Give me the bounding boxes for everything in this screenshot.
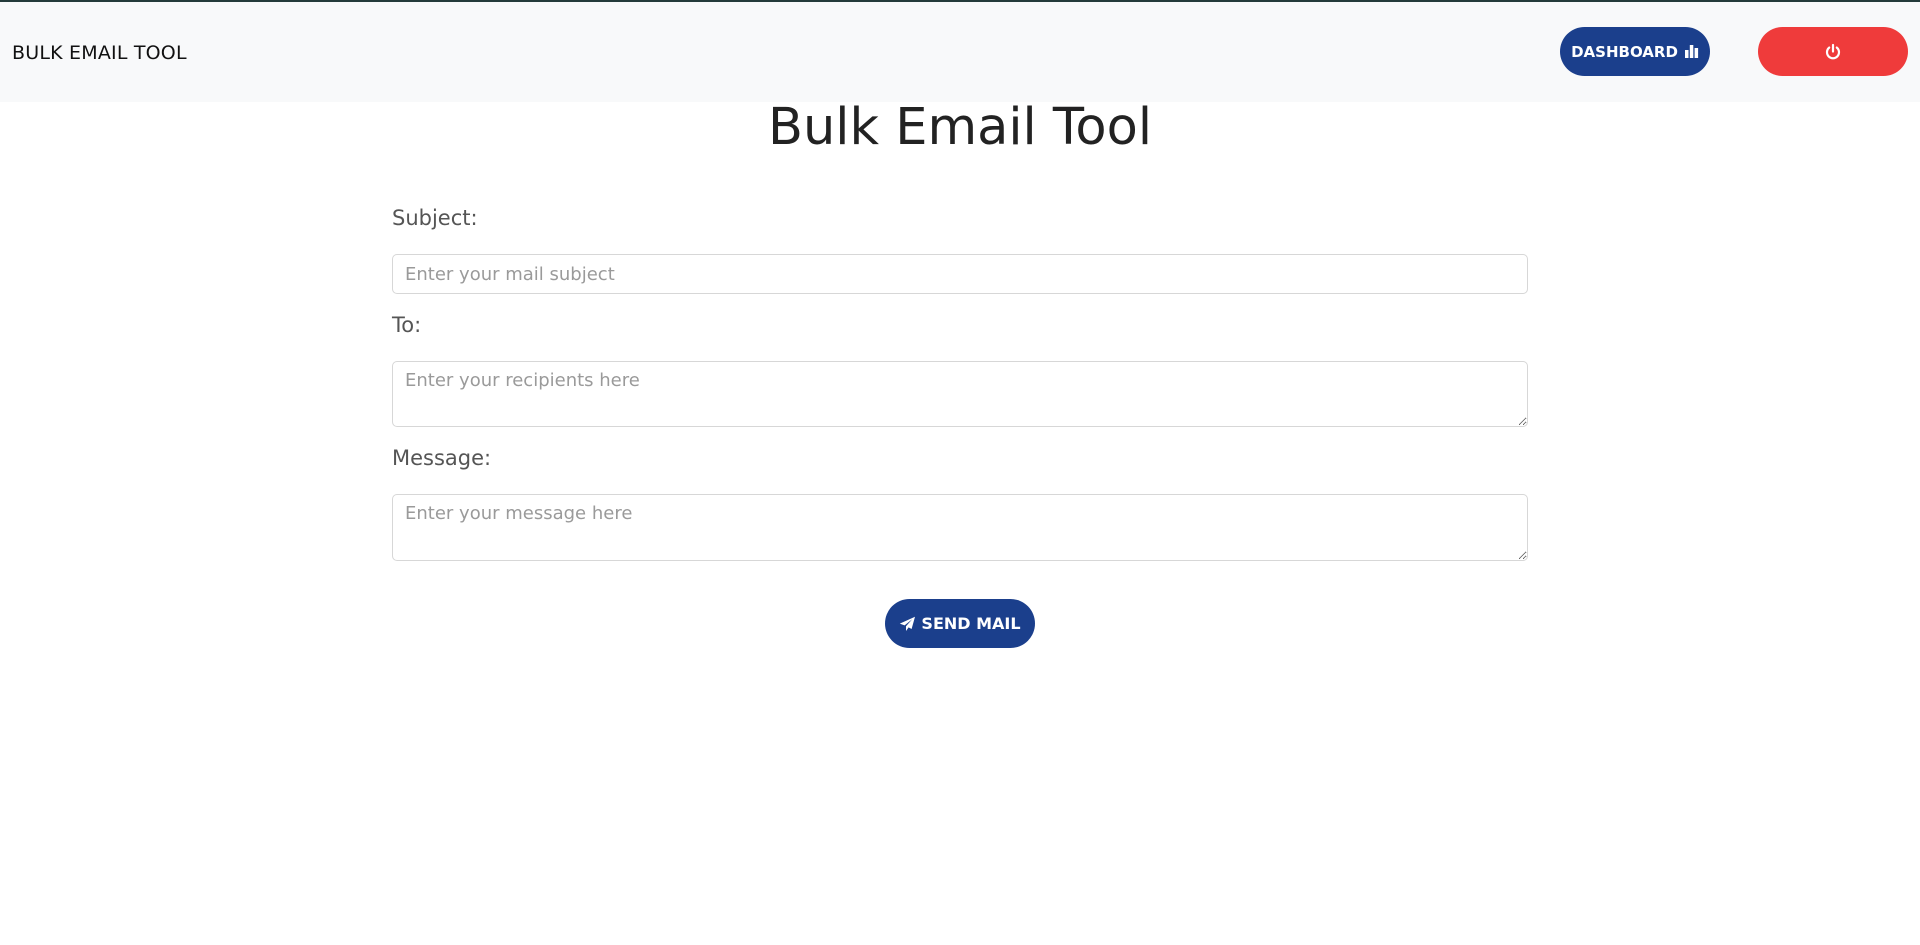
message-label: Message: <box>392 446 492 470</box>
send-mail-button[interactable]: SEND MAIL <box>885 599 1035 648</box>
power-icon <box>1824 43 1842 61</box>
recipients-textarea[interactable] <box>392 361 1528 427</box>
top-navbar: BULK EMAIL TOOL DASHBOARD <box>0 0 1920 102</box>
paper-plane-icon <box>899 616 916 632</box>
subject-input[interactable] <box>392 254 1528 294</box>
page-title: Bulk Email Tool <box>768 98 1152 157</box>
logout-button[interactable] <box>1758 27 1908 76</box>
to-label: To: <box>392 313 422 337</box>
dashboard-button-label: DASHBOARD <box>1571 42 1678 61</box>
subject-label: Subject: <box>392 206 478 230</box>
dashboard-button[interactable]: DASHBOARD <box>1560 27 1710 76</box>
brand-title[interactable]: BULK EMAIL TOOL <box>12 42 187 64</box>
send-mail-label: SEND MAIL <box>921 614 1021 633</box>
message-textarea[interactable] <box>392 494 1528 561</box>
bar-chart-icon <box>1684 44 1699 59</box>
